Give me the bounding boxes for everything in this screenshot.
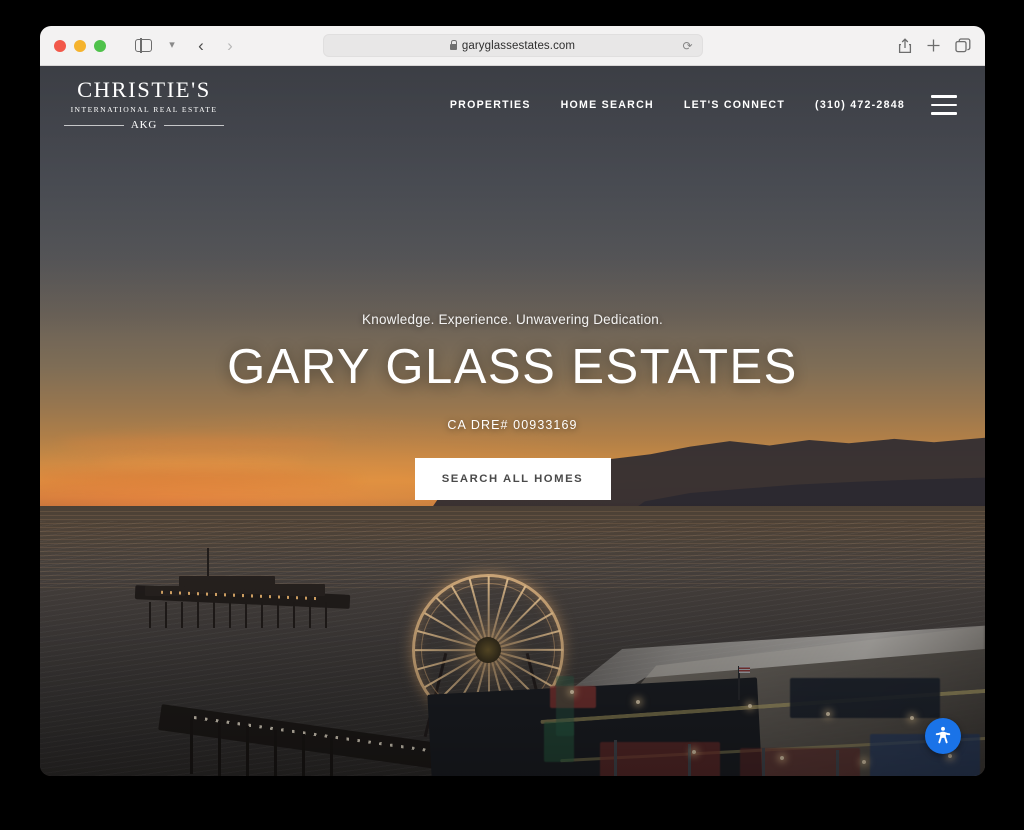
license-number: CA DRE# 00933169 — [447, 418, 578, 432]
nav-item-properties[interactable]: PROPERTIES — [450, 99, 531, 111]
tab-overview-icon — [955, 38, 971, 53]
website-viewport: CHRISTIE'S INTERNATIONAL REAL ESTATE AKG… — [40, 66, 985, 776]
nav-item-phone-number[interactable]: (310) 472-2848 — [815, 99, 905, 111]
hero-tagline: Knowledge. Experience. Unwavering Dedica… — [362, 312, 663, 327]
plus-icon — [927, 39, 940, 52]
nav-item-home-search[interactable]: HOME SEARCH — [561, 99, 654, 111]
accessibility-icon — [935, 726, 951, 744]
back-arrow-icon: ‹ — [198, 36, 204, 55]
maximize-window-button[interactable] — [94, 39, 106, 52]
back-button[interactable]: ‹ — [188, 34, 214, 58]
logo-divider-left — [64, 124, 124, 126]
site-logo[interactable]: CHRISTIE'S INTERNATIONAL REAL ESTATE AKG — [64, 76, 225, 132]
search-all-homes-button[interactable]: SEARCH ALL HOMES — [414, 458, 611, 500]
primary-navigation: PROPERTIES HOME SEARCH LET'S CONNECT (31… — [450, 99, 905, 111]
hamburger-menu-icon[interactable] — [931, 95, 957, 115]
lock-icon — [449, 39, 458, 50]
sidebar-toggle-icon — [134, 38, 152, 53]
tab-overview-button[interactable] — [955, 38, 971, 53]
accessibility-widget-button[interactable] — [925, 718, 961, 754]
browser-window: ▾ ‹ › garyglassestates.com ⟳ CHRISTIE'S … — [40, 26, 985, 776]
address-bar[interactable]: garyglassestates.com ⟳ — [322, 34, 703, 57]
forward-button[interactable]: › — [217, 34, 243, 58]
browser-toolbar: ▾ ‹ › garyglassestates.com ⟳ — [40, 26, 985, 66]
logo-subtitle: INTERNATIONAL REAL ESTATE — [70, 105, 218, 115]
share-icon — [898, 37, 912, 53]
page-title: GARY GLASS ESTATES — [227, 340, 798, 394]
forward-arrow-icon: › — [227, 36, 233, 55]
logo-brand: CHRISTIE'S — [77, 76, 211, 102]
share-button[interactable] — [898, 37, 912, 54]
sidebar-toggle-button[interactable] — [130, 34, 156, 58]
hero-section: Knowledge. Experience. Unwavering Dedica… — [40, 66, 985, 776]
logo-divider-right — [164, 124, 225, 126]
navigation-controls: ▾ ‹ › — [130, 34, 243, 58]
url-text: garyglassestates.com — [461, 39, 576, 52]
minimize-window-button[interactable] — [74, 39, 86, 52]
new-tab-button[interactable] — [926, 38, 941, 53]
close-window-button[interactable] — [54, 39, 66, 52]
reload-icon[interactable]: ⟳ — [682, 39, 692, 53]
toolbar-right-controls — [898, 37, 971, 54]
logo-affiliate-row: AKG — [64, 119, 225, 132]
nav-item-lets-connect[interactable]: LET'S CONNECT — [684, 99, 785, 111]
chevron-down-icon: ▾ — [169, 39, 175, 51]
site-header: CHRISTIE'S INTERNATIONAL REAL ESTATE AKG… — [40, 66, 985, 144]
logo-affiliate: AKG — [130, 119, 158, 132]
window-traffic-lights — [54, 39, 106, 52]
tab-group-button[interactable]: ▾ — [159, 34, 185, 58]
